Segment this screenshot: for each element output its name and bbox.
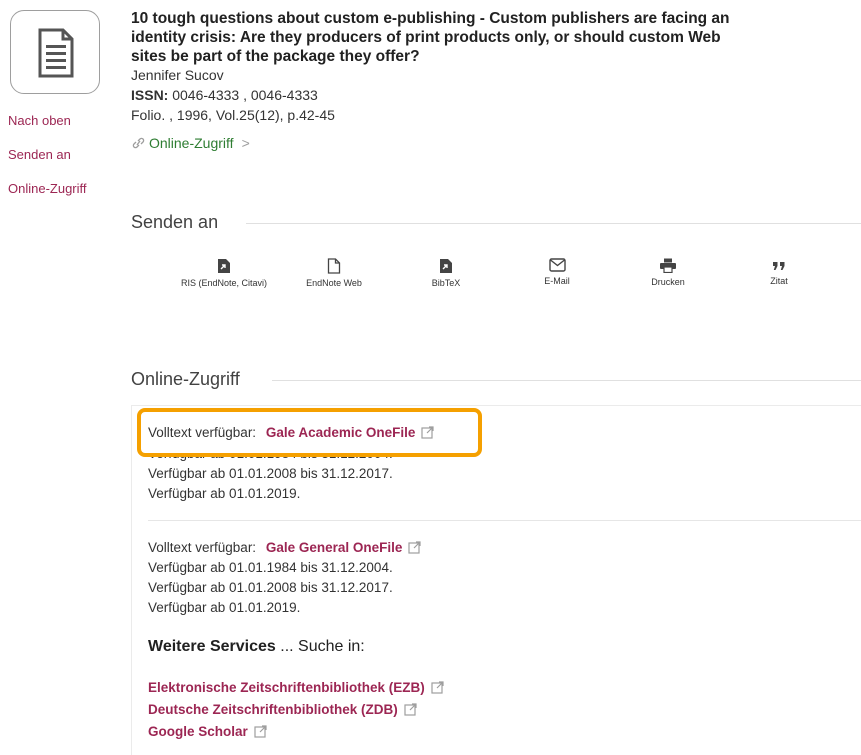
service-google-scholar-link[interactable]: Google Scholar xyxy=(148,724,248,739)
send-endnote-web-label: EndNote Web xyxy=(306,278,362,288)
ris-file-icon xyxy=(218,259,230,273)
send-ris-label: RIS (EndNote, Citavi) xyxy=(180,278,268,288)
link-icon xyxy=(132,137,145,149)
entry-2-line-2: Verfügbar ab 01.01.2008 bis 31.12.2017. xyxy=(148,580,393,595)
entry-2-prefix: Volltext verfügbar: xyxy=(148,540,257,555)
nav-online-access[interactable]: Online-Zugriff xyxy=(8,181,123,215)
entry-1-prefix: Volltext verfügbar: xyxy=(148,425,257,440)
service-zdb-link[interactable]: Deutsche Zeitschriftenbibliothek (ZDB) xyxy=(148,702,398,717)
entry-2-fulltext: Volltext verfügbar: Gale General OneFile xyxy=(148,538,421,558)
record-title[interactable]: 10 tough questions about custom e-publis… xyxy=(131,9,731,66)
record-issn: ISSN: 0046-4333 , 0046-4333 xyxy=(131,86,318,104)
record-thumbnail xyxy=(10,10,100,94)
file-icon xyxy=(327,258,341,274)
external-link-icon[interactable] xyxy=(431,681,444,694)
online-section-divider xyxy=(272,380,861,381)
entry-2-line-3: Verfügbar ab 01.01.2019. xyxy=(148,600,301,615)
service-ezb: Elektronische Zeitschriftenbibliothek (E… xyxy=(148,680,444,695)
bibtex-file-icon xyxy=(440,259,452,273)
send-ris-button[interactable]: RIS (EndNote, Citavi) xyxy=(179,258,269,289)
send-section-divider xyxy=(246,223,861,224)
more-services-rest: ... Suche in: xyxy=(275,638,365,655)
chevron-right-icon: > xyxy=(241,135,250,151)
send-print-button[interactable]: Drucken xyxy=(623,258,713,288)
external-link-icon[interactable] xyxy=(408,541,421,554)
send-email-label: E-Mail xyxy=(544,276,570,286)
more-services-bold: Weitere Services xyxy=(148,638,276,655)
entry-1-fulltext: Volltext verfügbar: Gale Academic OneFil… xyxy=(148,423,434,443)
service-ezb-link[interactable]: Elektronische Zeitschriftenbibliothek (E… xyxy=(148,680,425,695)
quote-icon xyxy=(773,262,785,270)
send-bibtex-label: BibTeX xyxy=(431,278,461,288)
entry-divider xyxy=(148,520,861,521)
online-access-link[interactable]: Online-Zugriff > xyxy=(131,135,250,151)
issn-value: 0046-4333 , 0046-4333 xyxy=(168,87,318,103)
nav-back-to-top[interactable]: Nach oben xyxy=(8,113,123,147)
record-author: Jennifer Sucov xyxy=(131,67,224,83)
external-link-icon[interactable] xyxy=(421,426,434,439)
entry-1-line-3: Verfügbar ab 01.01.2019. xyxy=(148,486,301,501)
online-access-label: Online-Zugriff xyxy=(149,135,234,151)
online-section-title: Online-Zugriff xyxy=(131,369,240,389)
entry-2-line-1: Verfügbar ab 01.01.1984 bis 31.12.2004. xyxy=(148,560,393,575)
send-citation-label: Zitat xyxy=(770,276,788,286)
service-zdb: Deutsche Zeitschriftenbibliothek (ZDB) xyxy=(148,702,417,717)
send-endnote-web-button[interactable]: EndNote Web xyxy=(289,258,379,289)
mail-icon xyxy=(548,258,566,272)
nav-send-to[interactable]: Senden an xyxy=(8,147,123,181)
send-section-title: Senden an xyxy=(131,212,219,232)
more-services-heading: Weitere Services ... Suche in: xyxy=(148,638,365,656)
service-google-scholar: Google Scholar xyxy=(148,724,267,739)
printer-icon xyxy=(660,258,676,273)
issn-label: ISSN: xyxy=(131,87,169,103)
send-citation-button[interactable]: Zitat xyxy=(734,258,824,287)
external-link-icon[interactable] xyxy=(404,703,417,716)
send-email-button[interactable]: E-Mail xyxy=(512,258,602,287)
entry-1-provider-link[interactable]: Gale Academic OneFile xyxy=(266,425,416,440)
entry-1-line-2: Verfügbar ab 01.01.2008 bis 31.12.2017. xyxy=(148,466,393,481)
entry-2-provider-link[interactable]: Gale General OneFile xyxy=(266,540,403,555)
send-bibtex-button[interactable]: BibTeX xyxy=(401,258,491,289)
external-link-icon[interactable] xyxy=(254,725,267,738)
record-source: Folio. , 1996, Vol.25(12), p.42-45 xyxy=(131,107,335,123)
side-navigation: Nach oben Senden an Online-Zugriff xyxy=(8,113,123,215)
send-print-label: Drucken xyxy=(651,277,685,287)
document-icon xyxy=(38,28,74,78)
